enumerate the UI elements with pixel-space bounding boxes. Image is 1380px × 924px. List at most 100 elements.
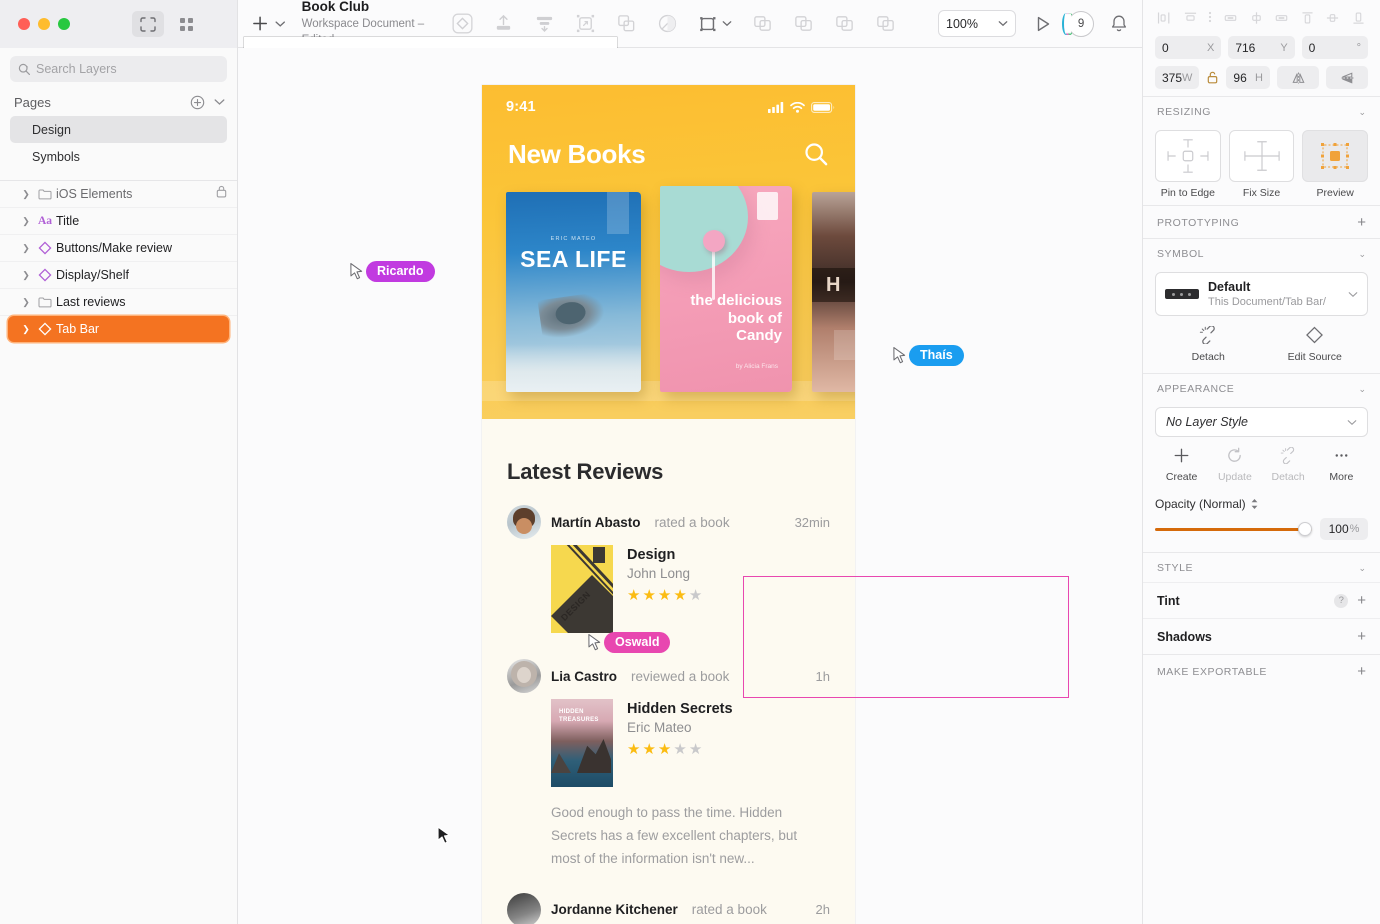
review-item[interactable]: Lia Castro reviewed a book 1h HIDDEN TRE… [482,633,855,871]
lock-icon[interactable] [216,185,227,203]
layer-row-tab-bar[interactable]: ❯ Tab Bar [8,316,229,342]
layer-row-ios-elements[interactable]: ❯ iOS Elements [0,181,237,208]
layer-row-buttons-make-review[interactable]: ❯ Buttons/Make review [0,235,237,262]
create-symbol-icon[interactable] [452,13,473,34]
minimize-button[interactable] [38,18,50,30]
insert-icon[interactable] [493,13,514,34]
more-align-icon[interactable] [1208,10,1212,27]
book-thumbnail[interactable]: DESIGN [551,545,613,633]
chevron-right-icon[interactable]: ❯ [18,324,34,335]
add-export-icon[interactable]: + [1357,664,1366,679]
layer-row-last-reviews[interactable]: ❯ Last reviews [0,289,237,316]
appearance-section-header[interactable]: APPEARANCE ⌄ [1143,373,1380,403]
opacity-slider[interactable] [1155,522,1312,536]
x-field[interactable]: 0 X [1155,36,1222,59]
style-section-header[interactable]: STYLE ⌄ [1143,552,1380,582]
zoom-button[interactable] [58,18,70,30]
rotation-field[interactable]: 0 ° [1301,36,1368,59]
collaborator-avatars[interactable]: 9 [1062,10,1095,37]
add-icon[interactable] [252,15,268,32]
book-cover-third[interactable]: H [812,192,855,392]
blend-mode-stepper-icon[interactable] [1250,498,1259,510]
difference-icon[interactable] [875,13,896,34]
chevron-down-icon[interactable]: ⌄ [1358,563,1366,574]
flip-vertical-button[interactable] [1326,66,1368,89]
layer-style-select[interactable]: No Layer Style [1155,407,1368,437]
book-thumbnail[interactable]: HIDDEN TREASURES [551,699,613,787]
review-item[interactable]: Jordanne Kitchener rated a book 2h [482,871,855,924]
distribute-icon[interactable] [534,13,555,34]
layer-row-display-shelf[interactable]: ❯ Display/Shelf [0,262,237,289]
search-icon[interactable] [804,142,829,167]
align-left-icon[interactable] [1157,11,1172,25]
transform-icon[interactable] [698,14,732,34]
flip-horizontal-button[interactable] [1277,66,1319,89]
scale-icon[interactable] [575,13,596,34]
chevron-down-icon[interactable]: ⌄ [1358,249,1366,260]
prototyping-section-header[interactable]: PROTOTYPING + [1143,205,1380,238]
chevron-down-icon[interactable]: ⌄ [1358,384,1366,395]
artboard-activity-feed[interactable]: 9:41 New Books ERIC MATEO SEA LIFE the d… [482,85,855,924]
distribute-h-icon[interactable] [1223,11,1238,25]
layer-style-chevron-down-icon[interactable] [1347,419,1357,426]
edit-source-button[interactable]: Edit Source [1262,326,1369,363]
width-field[interactable]: 375 W [1155,66,1200,89]
resize-option-pin-to-edge[interactable]: Pin to Edge [1155,130,1221,199]
close-button[interactable] [18,18,30,30]
chevron-right-icon[interactable]: ❯ [18,270,34,281]
opacity-value-field[interactable]: 100 % [1320,518,1368,540]
more-options-button[interactable]: More [1315,447,1368,483]
union-icon[interactable] [752,13,773,34]
zoom-select[interactable]: 100% [938,10,1017,37]
intersect-icon[interactable] [834,13,855,34]
align-center-v-icon[interactable] [1325,11,1340,25]
align-middle-icon[interactable] [1249,11,1264,25]
chevron-right-icon[interactable]: ❯ [18,243,34,254]
layer-row-title[interactable]: ❯ Aa Title [0,208,237,235]
unlock-icon[interactable] [1206,66,1219,89]
detach-style-button[interactable]: Detach [1262,446,1315,483]
resizing-section-header[interactable]: RESIZING ⌄ [1143,96,1380,126]
add-shadow-icon[interactable]: + [1357,629,1366,644]
add-page-icon[interactable] [190,95,205,110]
align-center-h-icon[interactable] [1183,11,1198,25]
page-item-design[interactable]: Design [10,116,227,143]
mask-icon[interactable] [657,13,678,34]
make-exportable-section-header[interactable]: MAKE EXPORTABLE + [1143,654,1380,687]
traffic-lights[interactable] [18,18,70,30]
chevron-right-icon[interactable]: ❯ [18,216,34,227]
page-item-symbols[interactable]: Symbols [10,143,227,170]
update-style-button[interactable]: Update [1208,447,1261,483]
grid-view-icon[interactable] [170,11,202,37]
group-icon[interactable] [616,13,637,34]
book-cover-sea-life[interactable]: ERIC MATEO SEA LIFE [506,192,641,392]
symbol-select[interactable]: Default This Document/Tab Bar/ [1155,272,1368,316]
subtract-icon[interactable] [793,13,814,34]
review-item[interactable]: Martín Abasto rated a book 32min DESIGN … [482,485,855,633]
symbol-chevron-down-icon[interactable] [1348,291,1358,298]
canvas[interactable]: 9:41 New Books ERIC MATEO SEA LIFE the d… [238,48,1142,924]
chevron-down-icon[interactable]: ⌄ [1358,107,1366,118]
search-input[interactable]: Search Layers [10,56,227,82]
chevron-right-icon[interactable]: ❯ [18,189,34,200]
add-tint-icon[interactable]: + [1357,593,1366,608]
resize-option-fix-size[interactable]: Fix Size [1228,130,1295,199]
detach-symbol-button[interactable]: Detach [1155,325,1262,363]
create-style-button[interactable]: Create [1155,447,1208,483]
y-field[interactable]: 716 Y [1228,36,1295,59]
height-field[interactable]: 96 H [1226,66,1270,89]
play-icon[interactable] [1034,15,1052,33]
pages-chevron-down-icon[interactable] [214,98,225,106]
align-top-icon[interactable] [1300,11,1315,25]
help-icon[interactable]: ? [1334,593,1349,608]
align-right-icon[interactable] [1274,11,1289,25]
symbol-section-header[interactable]: SYMBOL ⌄ [1143,238,1380,268]
align-bottom-icon[interactable] [1351,11,1366,25]
book-cover-candy[interactable]: the delicious book of Candy by Alicia Fr… [660,186,792,392]
resize-option-preview[interactable]: Preview [1302,130,1369,199]
canvas-view-icon[interactable] [132,11,164,37]
add-chevron-down-icon[interactable] [275,20,286,28]
add-prototyping-icon[interactable]: + [1357,215,1366,230]
chevron-right-icon[interactable]: ❯ [18,297,34,308]
bell-icon[interactable] [1110,14,1128,33]
